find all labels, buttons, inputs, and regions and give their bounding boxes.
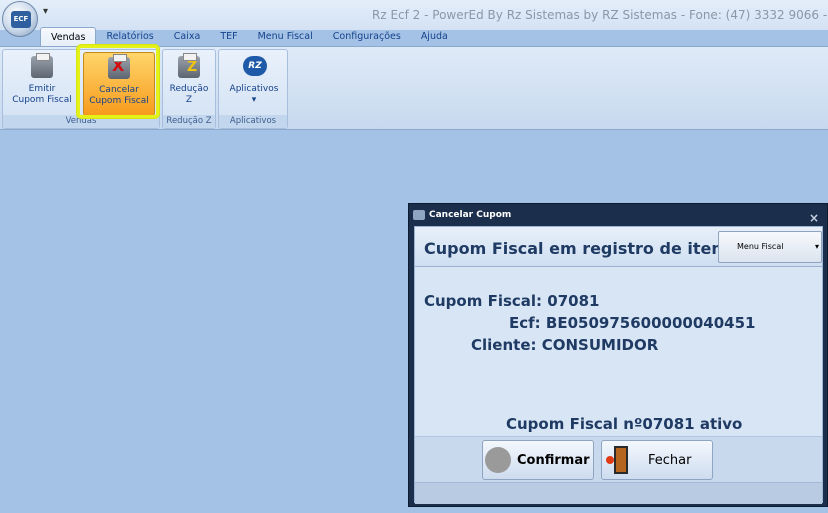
z-icon: Z — [187, 59, 198, 75]
reducao-printer-icon: Z — [178, 53, 200, 78]
dialog-title-bar: Cancelar Cupom × — [409, 204, 827, 226]
fechar-button[interactable]: Fechar — [601, 440, 713, 480]
cupom-value: 07081 — [547, 292, 600, 310]
status-text: Cupom Fiscal nº07081 ativo — [506, 415, 743, 433]
menu-fiscal-label: Menu Fiscal — [737, 242, 784, 251]
tab-tef[interactable]: TEF — [210, 27, 247, 47]
confirmar-label: Confirmar — [517, 453, 590, 468]
title-bar: ▾ Rz Ecf 2 - PowerEd By Rz Sistemas by R… — [0, 0, 828, 30]
tab-menu-fiscal[interactable]: Menu Fiscal — [248, 27, 323, 47]
cliente-row: Cliente: CONSUMIDOR — [471, 336, 658, 354]
printer-icon — [31, 53, 53, 78]
printer-small-icon — [413, 210, 425, 220]
tab-caixa[interactable]: Caixa — [164, 27, 211, 47]
group-aplicativos: RZ Aplicativos ▾ Aplicativos — [218, 49, 288, 129]
ribbon-tabs: Vendas Relatórios Caixa TEF Menu Fiscal … — [40, 27, 458, 47]
ecf-label: Ecf: — [509, 314, 541, 332]
reducao-label-1: Redução — [169, 84, 209, 94]
dialog-body: Cupom Fiscal em registro de item Menu Fi… — [414, 226, 823, 504]
cupom-label: Cupom Fiscal: — [424, 292, 543, 310]
dialog-header: Cupom Fiscal em registro de item Menu Fi… — [415, 227, 822, 267]
window-title: Rz Ecf 2 - PowerEd By Rz Sistemas by RZ … — [372, 8, 828, 22]
group-label-reducao: Redução Z — [163, 115, 215, 128]
dialog-footer — [415, 482, 822, 504]
application-menu-button[interactable]: ECF — [2, 1, 38, 37]
highlight-annotation — [77, 45, 159, 118]
emitir-label-2: Cupom Fiscal — [12, 95, 72, 105]
cliente-label: Cliente: — [471, 336, 537, 354]
button-bar: Confirmar Fechar — [415, 436, 822, 482]
tab-vendas[interactable]: Vendas — [40, 27, 97, 47]
dropdown-arrow-icon: ▾ — [814, 242, 819, 251]
confirmar-button[interactable]: Confirmar — [482, 440, 594, 480]
reducao-label-2: Z — [185, 95, 193, 105]
aplicativos-label: Aplicativos — [229, 84, 279, 94]
chevron-down-icon: ▾ — [251, 95, 257, 105]
circle-icon — [485, 447, 511, 473]
cancelar-cupom-dialog: Cancelar Cupom × Cupom Fiscal em registr… — [408, 203, 828, 507]
group-label-aplicativos: Aplicativos — [219, 115, 287, 128]
ecf-value: BE050975600000040451 — [545, 314, 756, 332]
aplicativos-button[interactable]: RZ Aplicativos ▾ — [223, 52, 285, 116]
fechar-label: Fechar — [648, 453, 692, 468]
emitir-label-1: Emitir — [28, 84, 56, 94]
rz-logo-icon: RZ — [243, 56, 267, 76]
group-reducao-z: Z Redução Z Redução Z — [162, 49, 216, 129]
dialog-title: Cancelar Cupom — [429, 210, 512, 220]
tab-relatorios[interactable]: Relatórios — [96, 27, 163, 47]
quick-access-dropdown[interactable]: ▾ — [43, 6, 48, 17]
dialog-heading: Cupom Fiscal em registro de item — [424, 239, 729, 258]
cliente-value: CONSUMIDOR — [541, 336, 659, 354]
tab-ajuda[interactable]: Ajuda — [411, 27, 458, 47]
cupom-row: Cupom Fiscal: 07081 — [424, 292, 599, 310]
menu-fiscal-button[interactable]: Menu Fiscal ▾ — [718, 231, 822, 263]
emitir-cupom-button[interactable]: Emitir Cupom Fiscal — [5, 52, 79, 116]
ecf-row: Ecf: BE050975600000040451 — [509, 314, 755, 332]
app-logo-icon: ECF — [11, 11, 31, 28]
rz-logo-wrapper: RZ — [243, 56, 267, 78]
exit-door-icon — [606, 446, 628, 474]
reducao-z-button[interactable]: Z Redução Z — [165, 52, 213, 116]
tab-configuracoes[interactable]: Configurações — [323, 27, 411, 47]
